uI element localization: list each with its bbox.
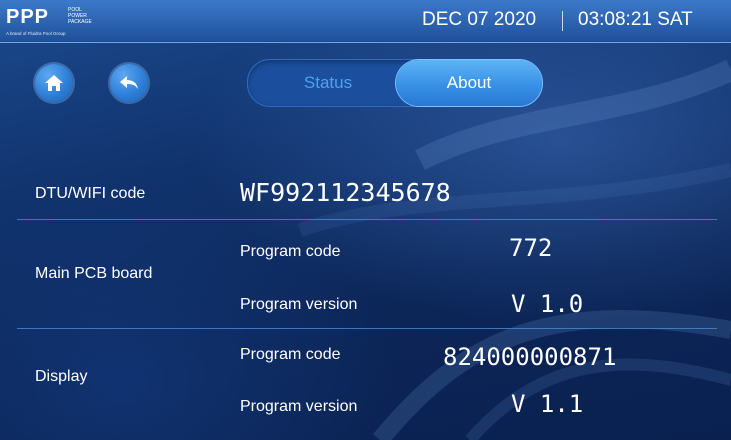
main-pcb-program-version-value: V 1.0 bbox=[511, 290, 584, 318]
main-pcb-program-version-label: Program version bbox=[240, 296, 358, 313]
back-arrow-icon bbox=[120, 76, 138, 89]
screen: PPP POOL POWER PACKAGE A brand of Fluidr… bbox=[0, 0, 731, 440]
date-time-separator bbox=[562, 11, 563, 31]
row-divider bbox=[17, 219, 717, 220]
row-divider bbox=[17, 328, 717, 329]
tab-bar: Status About bbox=[247, 59, 543, 107]
display-program-code-value: 824000000871 bbox=[443, 343, 617, 371]
main-pcb-program-code-label: Program code bbox=[240, 243, 341, 260]
time-display: 03:08:21 SAT bbox=[578, 9, 693, 30]
tab-status[interactable]: Status bbox=[258, 60, 398, 106]
date-display: DEC 07 2020 bbox=[422, 9, 537, 30]
logo-mark: PPP bbox=[6, 6, 50, 28]
top-bar: PPP POOL POWER PACKAGE A brand of Fluidr… bbox=[0, 0, 731, 43]
display-program-code-label: Program code bbox=[240, 346, 341, 363]
brand-logo: PPP POOL POWER PACKAGE A brand of Fluidr… bbox=[6, 4, 110, 38]
logo-text: POOL POWER PACKAGE bbox=[68, 7, 92, 25]
display-program-version-label: Program version bbox=[240, 398, 358, 415]
display-program-version-value: V 1.1 bbox=[511, 390, 584, 418]
dtu-wifi-label: DTU/WIFI code bbox=[35, 185, 146, 202]
home-icon bbox=[45, 75, 63, 91]
back-button[interactable] bbox=[110, 64, 148, 102]
tab-about[interactable]: About bbox=[396, 60, 542, 106]
home-button[interactable] bbox=[35, 64, 73, 102]
dtu-wifi-value: WF992112345678 bbox=[240, 178, 451, 207]
display-label: Display bbox=[35, 368, 88, 385]
main-pcb-label: Main PCB board bbox=[35, 265, 153, 282]
main-pcb-program-code-value: 772 bbox=[509, 234, 553, 262]
logo-subtitle: A brand of Fluidra Pool Group bbox=[6, 31, 66, 36]
